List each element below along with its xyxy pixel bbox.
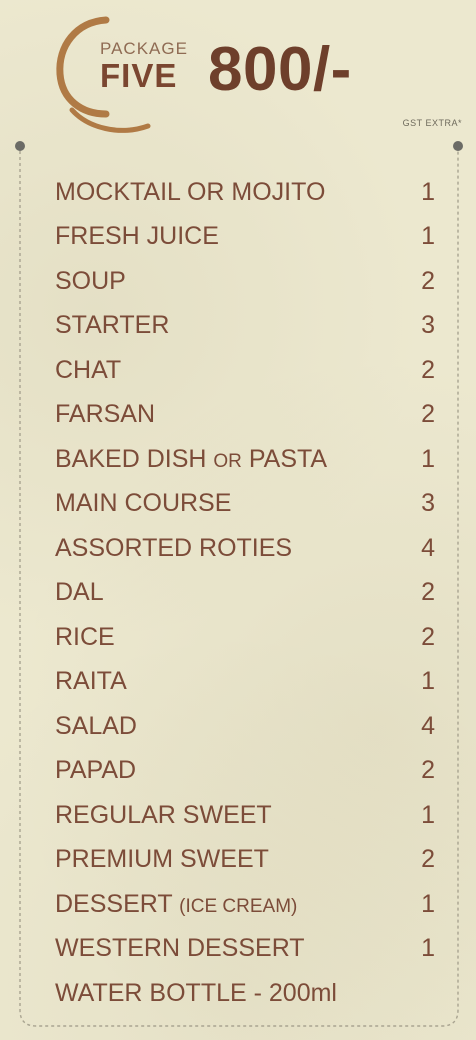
list-item: MAIN COURSE 3 <box>55 482 435 527</box>
item-note: (ICE CREAM) <box>179 895 298 917</box>
item-name: REGULAR SWEET <box>55 800 272 829</box>
item-name: BAKED DISH OR PASTA <box>55 444 328 473</box>
item-name: MOCKTAIL OR MOJITO <box>55 177 326 206</box>
list-item: PREMIUM SWEET 2 <box>55 838 435 883</box>
list-item: ASSORTED ROTIES 4 <box>55 526 435 571</box>
list-item: MOCKTAIL OR MOJITO 1 <box>55 170 435 215</box>
item-quantity: 4 <box>421 533 435 562</box>
item-name: ASSORTED ROTIES <box>55 533 293 562</box>
item-name: WATER BOTTLE - 200ml <box>55 978 337 1007</box>
item-quantity: 2 <box>421 266 435 295</box>
item-name: SALAD <box>55 711 137 740</box>
item-name: WESTERN DESSERT <box>55 934 305 963</box>
item-name: SOUP <box>55 266 126 295</box>
list-item: RICE 2 <box>55 615 435 660</box>
list-item: WATER BOTTLE - 200ml <box>55 971 435 1016</box>
item-name: PAPAD <box>55 756 137 785</box>
list-item: WESTERN DESSERT 1 <box>55 927 435 972</box>
item-quantity: 4 <box>421 711 435 740</box>
list-item: FRESH JUICE 1 <box>55 215 435 260</box>
package-label: PACKAGE <box>100 39 188 58</box>
item-note: OR <box>213 450 242 472</box>
list-item: REGULAR SWEET 1 <box>55 793 435 838</box>
item-quantity: 2 <box>421 756 435 785</box>
list-item: DAL 2 <box>55 571 435 616</box>
item-name: RICE <box>55 622 115 651</box>
item-quantity: 1 <box>421 667 435 696</box>
item-name: DAL <box>55 578 104 607</box>
list-item: DESSERT (ICE CREAM) 1 <box>55 882 435 927</box>
item-name: FRESH JUICE <box>55 222 219 251</box>
item-quantity: 2 <box>421 400 435 429</box>
list-item: CHAT 2 <box>55 348 435 393</box>
item-name: STARTER <box>55 311 170 340</box>
item-quantity: 1 <box>421 177 435 206</box>
item-quantity: 3 <box>421 489 435 518</box>
list-item: STARTER 3 <box>55 304 435 349</box>
item-name: MAIN COURSE <box>55 489 232 518</box>
item-quantity: 2 <box>421 845 435 874</box>
item-quantity: 1 <box>421 800 435 829</box>
list-item: PAPAD 2 <box>55 749 435 794</box>
item-name: DESSERT (ICE CREAM) <box>55 889 298 918</box>
package-price: 800/- <box>208 35 352 104</box>
item-quantity: 2 <box>421 622 435 651</box>
list-item: SOUP 2 <box>55 259 435 304</box>
item-name: FARSAN <box>55 400 156 429</box>
tax-note: GST EXTRA* <box>402 118 462 128</box>
item-quantity: 1 <box>421 444 435 473</box>
item-name: RAITA <box>55 667 127 696</box>
item-quantity: 1 <box>421 889 435 918</box>
item-quantity: 3 <box>421 311 435 340</box>
item-name: CHAT <box>55 355 122 384</box>
item-quantity: 2 <box>421 578 435 607</box>
list-item: BAKED DISH OR PASTA 1 <box>55 437 435 482</box>
item-quantity: 1 <box>421 934 435 963</box>
list-item: SALAD 4 <box>55 704 435 749</box>
list-item: RAITA 1 <box>55 660 435 705</box>
menu-items-list: MOCKTAIL OR MOJITO 1 FRESH JUICE 1 SOUP 2 STAR… <box>55 170 435 1016</box>
item-quantity: 2 <box>421 355 435 384</box>
item-quantity: 1 <box>421 222 435 251</box>
package-name: FIVE <box>100 57 178 94</box>
list-item: FARSAN 2 <box>55 393 435 438</box>
item-name: PREMIUM SWEET <box>55 845 269 874</box>
